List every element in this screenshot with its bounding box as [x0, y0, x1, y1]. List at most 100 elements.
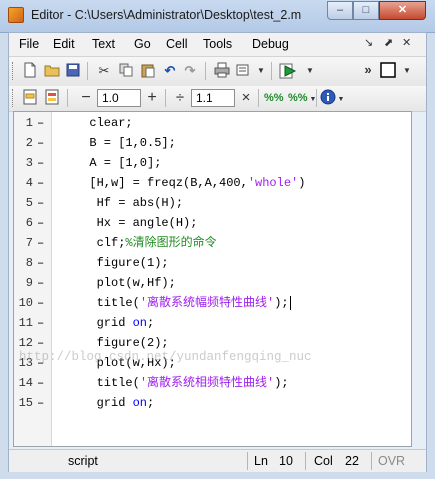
code-line[interactable]: 3– A = [1,0];	[14, 153, 411, 173]
code-text[interactable]: A = [1,0];	[75, 153, 161, 173]
menu-tools[interactable]: Tools	[203, 37, 232, 51]
maximize-button[interactable]: □	[353, 1, 379, 20]
code-token: ;	[147, 316, 155, 330]
divide-value-field[interactable]: 1.1	[191, 89, 235, 107]
toolbar-separator	[316, 89, 317, 107]
code-text[interactable]: clear;	[75, 113, 132, 133]
breakpoint-marker[interactable]: –	[37, 233, 44, 253]
code-text[interactable]: clf;%清除图形的命令	[75, 233, 217, 253]
code-line[interactable]: 2– B = [1,0.5];	[14, 133, 411, 153]
decrement-button[interactable]: −	[77, 89, 95, 107]
overflow-chevron-icon[interactable]: »	[359, 61, 377, 79]
undock-icon[interactable]: ⬈	[384, 36, 393, 49]
save-icon[interactable]	[64, 62, 82, 80]
line-label: Ln	[254, 454, 268, 468]
chevron-down-icon[interactable]: ▼	[301, 62, 319, 80]
code-text[interactable]: Hf = abs(H);	[75, 193, 183, 213]
code-text[interactable]: title('离散系统幅频特性曲线');	[75, 293, 291, 313]
paste-icon[interactable]	[139, 62, 157, 80]
code-text[interactable]: title('离散系统相频特性曲线');	[75, 373, 289, 393]
code-token: B = [1,0.5];	[75, 136, 176, 150]
code-text[interactable]: figure(1);	[75, 253, 169, 273]
code-editor[interactable]: 1– clear; 2– B = [1,0.5]; 3– A = [1,0]; 4– …	[13, 111, 412, 447]
code-line[interactable]: 15– grid on;	[14, 393, 411, 413]
breakpoint-marker[interactable]: –	[37, 373, 44, 393]
breakpoint-marker[interactable]: –	[37, 273, 44, 293]
cut-icon[interactable]: ✂	[95, 62, 113, 80]
breakpoint-marker[interactable]: –	[37, 113, 44, 133]
code-text[interactable]: B = [1,0.5];	[75, 133, 176, 153]
code-token: )	[298, 176, 306, 190]
line-number: 10	[18, 296, 33, 310]
redo-icon[interactable]: ↷	[181, 62, 199, 80]
multiply-button[interactable]: ×	[237, 89, 255, 107]
code-token: A = [1,0];	[75, 156, 162, 170]
code-token: [H,w] = freqz(B,A,400,	[75, 176, 248, 190]
code-text[interactable]: plot(w,Hf);	[75, 273, 176, 293]
layout-icon[interactable]	[379, 62, 397, 80]
line-number: 8	[25, 256, 33, 270]
minimize-button[interactable]: –	[327, 1, 353, 20]
code-line[interactable]: 6– Hx = angle(H);	[14, 213, 411, 233]
code-line[interactable]: 4– [H,w] = freqz(B,A,400,'whole')	[14, 173, 411, 193]
increment-button[interactable]: +	[143, 89, 161, 107]
cell-evaluate-icon[interactable]	[21, 89, 39, 107]
toolbar-grip[interactable]	[12, 89, 16, 107]
editor-window: File Edit Text Go Cell Tools Debug ↘ ⬈ ✕…	[8, 32, 427, 472]
menu-text[interactable]: Text	[92, 37, 115, 51]
title-bar: Editor - C:\Users\Administrator\Desktop\…	[0, 0, 435, 33]
breakpoint-marker[interactable]: –	[37, 253, 44, 273]
open-file-icon[interactable]	[43, 62, 61, 80]
breakpoint-marker[interactable]: –	[37, 293, 44, 313]
cell-evaluate-advance-icon[interactable]	[43, 89, 61, 107]
code-line[interactable]: 14– title('离散系统相频特性曲线');	[14, 373, 411, 393]
breakpoint-marker[interactable]: –	[37, 313, 44, 333]
run-icon[interactable]	[279, 62, 297, 80]
overwrite-mode-status: OVR	[378, 454, 406, 468]
code-token: title(	[75, 296, 140, 310]
code-line[interactable]: 1– clear;	[14, 113, 411, 133]
code-token: );	[274, 296, 289, 310]
chevron-down-icon[interactable]: ▼	[398, 62, 416, 80]
chevron-down-icon[interactable]: ▼	[332, 91, 350, 109]
find-files-icon[interactable]	[235, 62, 253, 80]
menu-cell[interactable]: Cell	[166, 37, 188, 51]
close-button[interactable]: ✕	[379, 1, 426, 20]
decrement-value-field[interactable]: 1.0	[97, 89, 141, 107]
menu-file[interactable]: File	[19, 37, 39, 51]
code-text[interactable]: grid on;	[75, 313, 155, 333]
toolbar-separator	[271, 62, 272, 80]
breakpoint-marker[interactable]: –	[37, 193, 44, 213]
code-token: figure(1);	[75, 256, 169, 270]
code-line[interactable]: 10– title('离散系统幅频特性曲线');	[14, 293, 411, 313]
comment-percent-icon[interactable]: %%	[264, 89, 284, 107]
toolbar-grip[interactable]	[12, 62, 16, 80]
code-text[interactable]: grid on;	[75, 393, 155, 413]
code-text[interactable]: [H,w] = freqz(B,A,400,'whole')	[75, 173, 305, 193]
breakpoint-marker[interactable]: –	[37, 133, 44, 153]
breakpoint-marker[interactable]: –	[37, 173, 44, 193]
divide-button[interactable]: ÷	[171, 89, 189, 107]
status-separator	[247, 452, 248, 470]
line-number: 4	[25, 176, 33, 190]
code-line[interactable]: 9– plot(w,Hf);	[14, 273, 411, 293]
new-file-icon[interactable]	[21, 62, 39, 80]
dock-icon[interactable]: ↘	[364, 36, 373, 49]
menu-go[interactable]: Go	[134, 37, 151, 51]
breakpoint-marker[interactable]: –	[37, 213, 44, 233]
code-text[interactable]: Hx = angle(H);	[75, 213, 198, 233]
menu-edit[interactable]: Edit	[53, 37, 75, 51]
code-line[interactable]: 5– Hf = abs(H);	[14, 193, 411, 213]
breakpoint-marker[interactable]: –	[37, 393, 44, 413]
copy-icon[interactable]	[117, 62, 135, 80]
code-line[interactable]: 7– clf;%清除图形的命令	[14, 233, 411, 253]
breakpoint-marker[interactable]: –	[37, 153, 44, 173]
close-document-icon[interactable]: ✕	[402, 36, 411, 49]
print-icon[interactable]	[213, 62, 231, 80]
code-line[interactable]: 8– figure(1);	[14, 253, 411, 273]
undo-icon[interactable]: ↶	[161, 62, 179, 80]
menu-debug[interactable]: Debug	[252, 37, 289, 51]
chevron-down-icon[interactable]: ▼	[252, 62, 270, 80]
code-line[interactable]: 11– grid on;	[14, 313, 411, 333]
keyword: on	[132, 316, 148, 330]
